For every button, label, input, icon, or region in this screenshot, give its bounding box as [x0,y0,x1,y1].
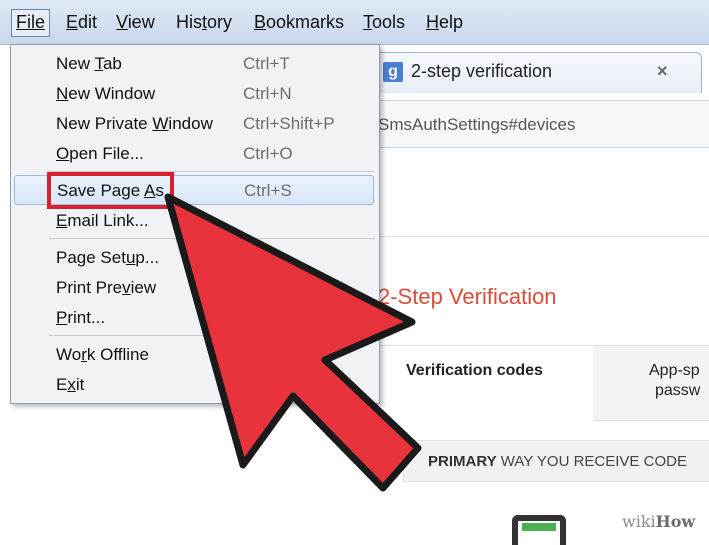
pointer-arrow-icon [164,193,422,492]
arrow-shape [164,193,422,492]
